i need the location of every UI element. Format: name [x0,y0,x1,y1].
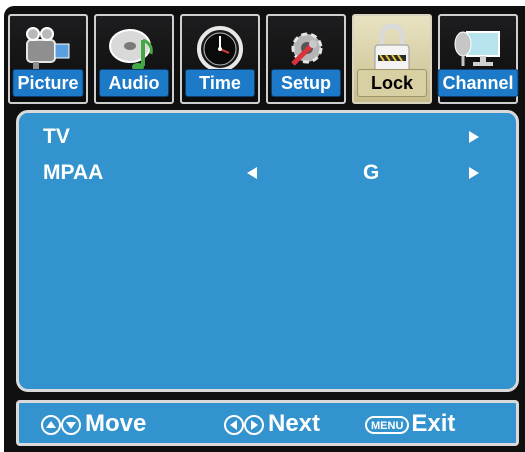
camcorder-icon [26,27,70,72]
tab-picture[interactable]: Picture [8,14,88,104]
left-right-button-icon [224,414,264,435]
tab-label: Setup [271,69,341,97]
satellite-monitor-icon [454,31,500,66]
next-label: Next [268,410,321,437]
row-value: G [363,161,380,184]
clock-icon [197,26,243,72]
tab-setup[interactable]: Setup [266,14,346,104]
tab-label: Picture [12,69,84,97]
menu-row-mpaa[interactable]: MPAA G [19,157,516,191]
tab-label: Time [185,69,255,97]
tab-bar: Picture Audio Time Setup Lock Channel [8,14,525,106]
left-arrow-icon[interactable] [247,167,257,179]
menu-row-tv[interactable]: TV [19,121,516,155]
tab-lock[interactable]: Lock [352,14,432,104]
tab-label: Channel [437,69,519,97]
row-label: MPAA [43,161,104,184]
right-arrow-icon[interactable] [469,131,479,143]
up-down-button-icon [41,414,81,435]
hint-exit: MENU Exit [365,410,455,438]
tab-label: Lock [357,69,427,97]
row-label: TV [43,125,70,148]
right-arrow-icon[interactable] [469,167,479,179]
tab-label: Audio [99,69,169,97]
padlock-icon [374,23,410,72]
hint-next: Next [224,410,320,438]
exit-label: Exit [411,410,456,437]
tab-channel[interactable]: Channel [437,14,519,104]
tab-time[interactable]: Time [180,14,260,104]
hint-move: Move [41,410,146,438]
gear-wrench-icon [291,32,323,66]
tab-audio[interactable]: Audio [94,14,174,104]
move-label: Move [85,410,147,437]
lock-settings-panel: TV MPAA G [16,110,519,392]
music-disc-icon [109,29,153,71]
tv-osd-menu: Picture Audio Time Setup Lock Channel TV… [0,0,525,452]
help-bar: Move Next MENU Exit [16,400,519,446]
menu-key-icon: MENU [365,415,410,434]
